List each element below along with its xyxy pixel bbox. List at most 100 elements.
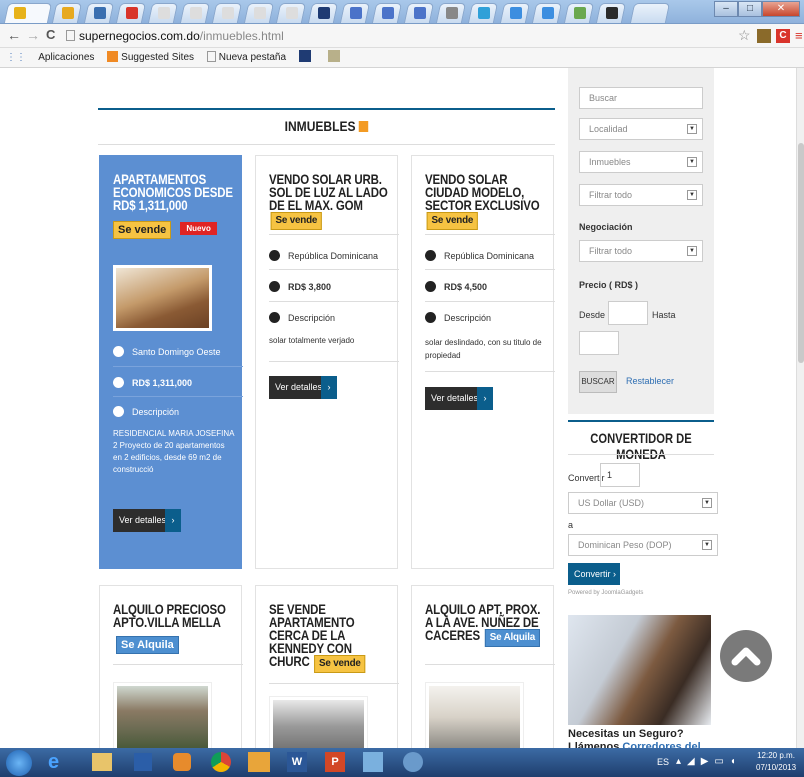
menu-icon[interactable]: ≡ xyxy=(795,28,803,43)
listing-location: República Dominicana xyxy=(444,250,535,261)
bookmarks-bar: ⋮⋮ Aplicaciones Suggested Sites Nueva pe… xyxy=(0,48,804,68)
listing-title[interactable]: SE VENDE APARTAMENTO CERCA DE LA KENNEDY… xyxy=(269,602,392,673)
desc-line: RESIDENCIAL MARIA JOSEFINA xyxy=(113,429,235,438)
scroll-top-button[interactable] xyxy=(720,630,772,682)
star-icon[interactable]: ☆ xyxy=(738,27,751,44)
search-input[interactable]: Buscar xyxy=(579,87,703,109)
listing-photo[interactable] xyxy=(113,265,212,331)
bookmark-misc-icon[interactable] xyxy=(327,50,340,62)
filter-select[interactable]: Filtrar todo ▼ xyxy=(579,184,703,206)
media-icon[interactable] xyxy=(134,753,152,771)
extension-icon[interactable] xyxy=(757,29,771,43)
details-button[interactable]: Ver detalles › xyxy=(269,376,337,399)
listing-card[interactable]: SE VENDE APARTAMENTO CERCA DE LA KENNEDY… xyxy=(255,585,399,756)
bookmark-suggested[interactable]: Suggested Sites xyxy=(121,52,194,63)
url-path: /inmuebles.html xyxy=(199,29,284,43)
tab-14[interactable] xyxy=(435,3,467,23)
tab-6[interactable] xyxy=(179,3,211,23)
window-icon[interactable] xyxy=(363,752,383,772)
listing-photo[interactable] xyxy=(425,682,524,752)
listing-title[interactable]: ALQUILO APT. PROX. A LA AVE. NUÑEZ DE CA… xyxy=(425,602,548,647)
listing-card[interactable]: VENDO SOLAR CIUDAD MODELO, SECTOR EXCLUS… xyxy=(411,155,555,569)
listing-photo[interactable] xyxy=(113,682,212,752)
convert-button[interactable]: Convertir › xyxy=(568,563,620,585)
clock[interactable]: 12:20 p.m. 07/10/2013 xyxy=(756,750,796,774)
listing-photo[interactable] xyxy=(269,696,368,756)
tab-3[interactable] xyxy=(83,3,115,23)
tab-7[interactable] xyxy=(211,3,243,23)
listing-title[interactable]: APARTAMENTOS ECONOMICOS DESDE RD$ 1,311,… xyxy=(113,172,243,212)
tray-icons[interactable]: ▴◢▶▭◖ xyxy=(676,756,742,767)
language-indicator[interactable]: ES xyxy=(657,757,669,767)
tab-13[interactable] xyxy=(403,3,435,23)
listing-card-featured[interactable]: APARTAMENTOS ECONOMICOS DESDE RD$ 1,311,… xyxy=(99,155,243,569)
rss-icon[interactable] xyxy=(358,121,369,132)
word-icon[interactable]: W xyxy=(287,752,307,772)
localidad-select[interactable]: Localidad ▼ xyxy=(579,118,703,140)
tab-16[interactable] xyxy=(499,3,531,23)
desc-line: construcció xyxy=(113,465,154,474)
tab-2[interactable] xyxy=(51,3,83,23)
tab-9[interactable] xyxy=(275,3,307,23)
listing-title-text[interactable]: VENDO SOLAR CIUDAD MODELO, SECTOR EXCLUS… xyxy=(425,171,540,213)
tab-17[interactable] xyxy=(531,3,563,23)
address-bar[interactable]: supernegocios.com.do/inmuebles.html xyxy=(66,27,726,45)
ad-headline[interactable]: Necesitas un Seguro? xyxy=(568,728,684,740)
url-domain: supernegocios.com.do xyxy=(79,29,200,43)
new-tab-button[interactable] xyxy=(629,3,671,23)
tab-4[interactable] xyxy=(115,3,147,23)
scrollbar[interactable] xyxy=(796,68,804,748)
listing-title-text[interactable]: VENDO SOLAR URB. SOL DE LUZ AL LADO DE E… xyxy=(269,171,388,213)
outlook-icon[interactable] xyxy=(248,752,270,772)
tab-10[interactable] xyxy=(307,3,339,23)
details-button[interactable]: Ver detalles › xyxy=(113,509,181,532)
start-button[interactable] xyxy=(6,750,32,776)
to-currency-select[interactable]: Dominican Peso (DOP) ▼ xyxy=(568,534,718,556)
back-icon[interactable]: ← xyxy=(7,27,21,43)
hasta-input[interactable] xyxy=(579,331,619,355)
tab-8[interactable] xyxy=(243,3,275,23)
close-icon[interactable]: ✕ xyxy=(762,1,800,17)
app-icon[interactable] xyxy=(173,753,191,771)
ie-icon[interactable]: e xyxy=(48,751,70,773)
bookmark-d-icon[interactable] xyxy=(298,50,311,62)
sale-badge: Se vende xyxy=(426,212,479,230)
tab-active[interactable] xyxy=(3,3,53,23)
listing-card[interactable]: ALQUILO APT. PROX. A LA AVE. NUÑEZ DE CA… xyxy=(411,585,555,755)
bookmark-apps[interactable]: Aplicaciones xyxy=(38,52,94,63)
negociacion-select[interactable]: Filtrar todo ▼ xyxy=(579,240,703,262)
listing-title[interactable]: ALQUILO PRECIOSO APTO.VILLA MELLA xyxy=(113,602,236,629)
tab-19[interactable] xyxy=(595,3,627,23)
search-button[interactable]: BUSCAR xyxy=(579,371,617,393)
tab-12[interactable] xyxy=(371,3,403,23)
from-currency-value: US Dollar (USD) xyxy=(578,498,645,508)
amount-input[interactable]: 1 xyxy=(600,463,640,487)
tab-18[interactable] xyxy=(563,3,595,23)
folder-icon[interactable] xyxy=(92,753,112,771)
details-button[interactable]: Ver detalles › xyxy=(425,387,493,410)
chrome-icon[interactable] xyxy=(211,752,231,772)
maximize-icon[interactable]: □ xyxy=(738,1,762,17)
reset-link[interactable]: Restablecer xyxy=(626,376,674,386)
listing-card[interactable]: ALQUILO PRECIOSO APTO.VILLA MELLA Se Alq… xyxy=(99,585,243,755)
app-icon[interactable] xyxy=(403,752,423,772)
tab-15[interactable] xyxy=(467,3,499,23)
clock-date: 07/10/2013 xyxy=(756,763,797,772)
desde-input[interactable] xyxy=(608,301,648,325)
from-currency-select[interactable]: US Dollar (USD) ▼ xyxy=(568,492,718,514)
tab-5[interactable] xyxy=(147,3,179,23)
listing-card[interactable]: VENDO SOLAR URB. SOL DE LUZ AL LADO DE E… xyxy=(255,155,399,569)
forward-icon[interactable]: → xyxy=(26,27,40,43)
bookmark-new-tab[interactable]: Nueva pestaña xyxy=(219,52,286,63)
extension-c-icon[interactable]: C xyxy=(776,29,790,43)
apps-icon[interactable]: ⋮⋮ xyxy=(6,52,26,63)
tab-11[interactable] xyxy=(339,3,371,23)
reload-icon[interactable]: C xyxy=(46,27,55,42)
listing-title[interactable]: VENDO SOLAR URB. SOL DE LUZ AL LADO DE E… xyxy=(269,171,392,230)
scrollbar-thumb[interactable] xyxy=(798,143,804,363)
powerpoint-icon[interactable]: P xyxy=(325,752,345,772)
insurance-ad-image[interactable] xyxy=(568,615,711,725)
listing-title[interactable]: VENDO SOLAR CIUDAD MODELO, SECTOR EXCLUS… xyxy=(425,171,548,230)
inmuebles-select[interactable]: Inmuebles ▼ xyxy=(579,151,703,173)
minimize-icon[interactable]: – xyxy=(714,1,738,17)
